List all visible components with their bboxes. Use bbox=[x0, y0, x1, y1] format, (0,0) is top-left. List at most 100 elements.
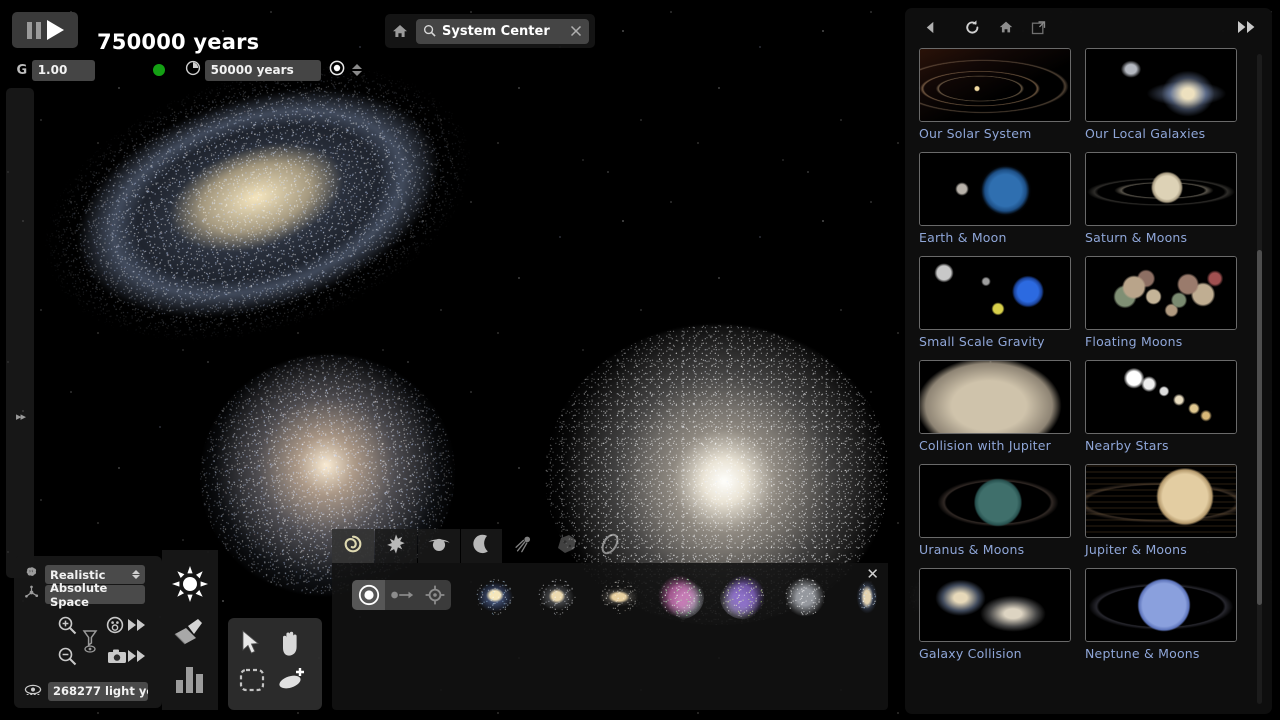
home-icon[interactable] bbox=[391, 22, 409, 40]
scenario-label[interactable]: Jupiter & Moons bbox=[1085, 542, 1237, 557]
fast-forward-icon[interactable] bbox=[127, 648, 147, 668]
scenario-thumbnail bbox=[1085, 568, 1237, 642]
gravity-value-field[interactable]: 1.00 bbox=[32, 60, 95, 81]
home-icon[interactable] bbox=[993, 15, 1019, 39]
scenario-card[interactable]: Neptune & Moons bbox=[1085, 568, 1237, 661]
sun-glow-icon[interactable] bbox=[172, 566, 208, 606]
view-action-icons bbox=[14, 608, 162, 680]
timestep-field[interactable]: 50000 years bbox=[205, 60, 321, 81]
universe-sandbox-window: ▸▸ 750000 years G 1.00 50000 years bbox=[0, 0, 1280, 720]
ring-icon bbox=[598, 532, 622, 560]
search-bar: System Center bbox=[385, 14, 595, 48]
scenario-label[interactable]: Collision with Jupiter bbox=[919, 438, 1071, 453]
zoom-in-icon[interactable] bbox=[56, 614, 78, 640]
scenario-card[interactable]: Earth & Moon bbox=[919, 152, 1071, 245]
scenario-thumbnail bbox=[1085, 360, 1237, 434]
scrollbar-thumb[interactable] bbox=[1257, 250, 1262, 605]
object-type-tab-asteroid[interactable] bbox=[546, 529, 588, 563]
open-external-icon[interactable] bbox=[1025, 15, 1051, 39]
scenario-card[interactable]: Collision with Jupiter bbox=[919, 360, 1071, 453]
scenario-gallery[interactable]: Our Solar System Our Local Galaxies Eart… bbox=[919, 48, 1259, 706]
eye-icon bbox=[24, 682, 42, 701]
scenario-card[interactable]: Floating Moons bbox=[1085, 256, 1237, 349]
scenario-label[interactable]: Small Scale Gravity bbox=[919, 334, 1071, 349]
reference-frame-row[interactable]: Absolute Space bbox=[24, 585, 145, 604]
scenario-thumbnail bbox=[919, 568, 1071, 642]
zoom-out-icon[interactable] bbox=[56, 645, 78, 671]
timestep-stepper[interactable] bbox=[352, 64, 362, 76]
funnel-eye-icon[interactable] bbox=[80, 628, 100, 658]
scenario-card[interactable]: Small Scale Gravity bbox=[919, 256, 1071, 349]
scenario-label[interactable]: Earth & Moon bbox=[919, 230, 1071, 245]
reload-icon[interactable] bbox=[959, 15, 985, 39]
add-object-icon[interactable] bbox=[277, 667, 307, 697]
scenario-label[interactable]: Neptune & Moons bbox=[1085, 646, 1237, 661]
pause-button[interactable] bbox=[27, 22, 41, 39]
chevron-updown-icon[interactable] bbox=[132, 570, 140, 579]
record-icon[interactable] bbox=[329, 60, 345, 80]
scenario-label[interactable]: Galaxy Collision bbox=[919, 646, 1071, 661]
object-type-tab-star[interactable] bbox=[375, 529, 417, 563]
orbit-icon[interactable] bbox=[418, 580, 451, 610]
render-tools-panel bbox=[162, 550, 218, 710]
preset-item[interactable] bbox=[782, 575, 828, 619]
camera-icon[interactable] bbox=[107, 648, 127, 668]
object-type-tab-comet[interactable] bbox=[503, 529, 545, 563]
back-arrow-icon[interactable] bbox=[917, 15, 943, 39]
object-type-tab-moon[interactable] bbox=[461, 529, 503, 563]
hand-pan-icon[interactable] bbox=[278, 629, 304, 661]
bar-chart-icon[interactable] bbox=[174, 664, 206, 698]
scenario-card[interactable]: Our Solar System bbox=[919, 48, 1071, 141]
left-collapsed-sidebar[interactable]: ▸▸ bbox=[6, 88, 34, 578]
reference-frame-value[interactable]: Absolute Space bbox=[45, 585, 145, 604]
scenario-thumbnail bbox=[919, 48, 1071, 122]
scenario-label[interactable]: Floating Moons bbox=[1085, 334, 1237, 349]
star-icon bbox=[385, 533, 407, 559]
scenario-card[interactable]: Saturn & Moons bbox=[1085, 152, 1237, 245]
preset-item[interactable] bbox=[844, 575, 890, 619]
close-icon[interactable] bbox=[570, 22, 582, 41]
scrollbar-track[interactable] bbox=[1257, 54, 1262, 704]
planet-icon bbox=[427, 534, 451, 558]
scenario-label[interactable]: Our Local Galaxies bbox=[1085, 126, 1237, 141]
preset-item[interactable] bbox=[658, 575, 704, 619]
view-distance-value: 268277 light years bbox=[48, 682, 148, 701]
place-at-center-icon[interactable] bbox=[352, 580, 385, 610]
object-type-tab-ring[interactable] bbox=[589, 529, 631, 563]
scenario-label[interactable]: Uranus & Moons bbox=[919, 542, 1071, 557]
search-icon bbox=[423, 22, 436, 41]
object-type-tab-planet[interactable] bbox=[418, 529, 460, 563]
transport-controls[interactable] bbox=[12, 12, 78, 48]
clock-step-icon bbox=[185, 60, 201, 80]
view-distance-row: 268277 light years bbox=[24, 682, 148, 701]
fast-forward-icon[interactable] bbox=[127, 617, 147, 637]
box-select-icon[interactable] bbox=[239, 668, 265, 696]
simulation-parameters-row: G 1.00 50000 years bbox=[12, 58, 362, 82]
preset-item[interactable] bbox=[596, 575, 642, 619]
play-button[interactable] bbox=[47, 20, 64, 40]
fast-forward-icon[interactable] bbox=[1234, 15, 1260, 39]
moon-icon bbox=[471, 533, 493, 559]
preset-item[interactable] bbox=[472, 575, 518, 619]
launch-icon[interactable] bbox=[385, 580, 418, 610]
search-input[interactable]: System Center bbox=[416, 19, 589, 44]
scenario-card[interactable]: Nearby Stars bbox=[1085, 360, 1237, 453]
browser-toolbar bbox=[905, 8, 1272, 46]
scenario-thumbnail bbox=[919, 464, 1071, 538]
scenario-label[interactable]: Saturn & Moons bbox=[1085, 230, 1237, 245]
object-type-tab-galaxy[interactable] bbox=[332, 529, 374, 563]
preset-item[interactable] bbox=[534, 575, 580, 619]
cursor-arrow-icon[interactable] bbox=[240, 630, 262, 660]
scenario-card[interactable]: Galaxy Collision bbox=[919, 568, 1071, 661]
paint-brush-icon[interactable] bbox=[172, 616, 208, 652]
scenario-label[interactable]: Our Solar System bbox=[919, 126, 1071, 141]
scenario-card[interactable]: Our Local Galaxies bbox=[1085, 48, 1237, 141]
preset-item[interactable] bbox=[720, 575, 766, 619]
follow-target-icon[interactable] bbox=[104, 614, 126, 640]
expand-sidebar-icon[interactable]: ▸▸ bbox=[16, 410, 25, 423]
scenario-thumbnail bbox=[1085, 256, 1237, 330]
scenario-card[interactable]: Uranus & Moons bbox=[919, 464, 1071, 557]
status-indicator-dot bbox=[153, 64, 165, 76]
scenario-card[interactable]: Jupiter & Moons bbox=[1085, 464, 1237, 557]
scenario-label[interactable]: Nearby Stars bbox=[1085, 438, 1237, 453]
